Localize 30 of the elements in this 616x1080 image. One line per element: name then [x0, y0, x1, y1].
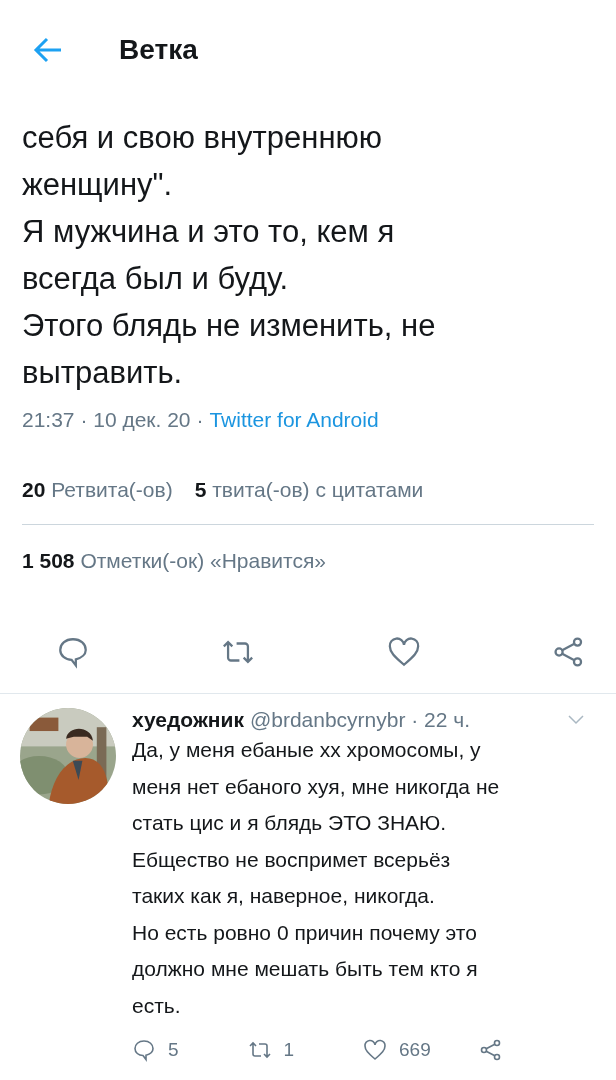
back-icon[interactable] — [33, 36, 63, 64]
reply-text-line: Но есть ровно 0 причин почему это — [132, 919, 478, 946]
reply-text-line: должно мне мешать быть тем кто я — [132, 956, 479, 982]
reply-text-line: есть. — [132, 992, 182, 1019]
reply-text-line: Да, у меня ебаные хх хромосомы, у — [132, 737, 482, 763]
author-name[interactable]: хуедожник — [132, 708, 244, 732]
heart-icon[interactable] — [363, 1038, 387, 1062]
tweet-text-line: вытравить. — [22, 354, 184, 392]
tweet-text-line: всегда был и буду. — [22, 260, 290, 298]
stat-count[interactable]: 5 твита(-ов) с цитатами — [194, 478, 424, 502]
action-count: 669 — [399, 1039, 431, 1061]
share-icon[interactable] — [478, 1038, 503, 1062]
comment-icon[interactable] — [56, 635, 90, 669]
action-count: 1 — [283, 1039, 295, 1061]
stat-count[interactable]: 20 Ретвита(-ов) — [22, 478, 173, 502]
comment-icon[interactable] — [132, 1038, 156, 1062]
action-count: 5 — [168, 1039, 179, 1061]
tweet-timestamp: 21:37 · 10 дек. 20 · — [22, 408, 204, 432]
reply-text-line: таких как я, наверное, никогда. — [132, 883, 436, 909]
heart-icon[interactable] — [386, 635, 421, 669]
tweet-text-line: Этого блядь не изменить, не — [22, 307, 437, 345]
reply-text-line: Ебщество не воспримет всерьёз — [132, 846, 452, 873]
tweet-text-line: женщину". — [22, 166, 174, 204]
tweet-text-line: себя и свою внутреннюю — [22, 119, 384, 157]
author-handle-time: @brdanbcyrnybr · 22 ч. — [249, 708, 472, 732]
reply-text-line: стать цис и я блядь ЭТО ЗНАЮ. — [132, 810, 448, 836]
tweet-text-line: Я мужчина и это то, кем я — [22, 213, 396, 251]
likes-count[interactable]: 1 508 Отметки(-ок) «Нравится» — [22, 549, 326, 573]
reply-text-line: меня нет ебаного хуя, мне никогда не — [132, 773, 501, 800]
header-title: Ветка — [119, 34, 198, 66]
